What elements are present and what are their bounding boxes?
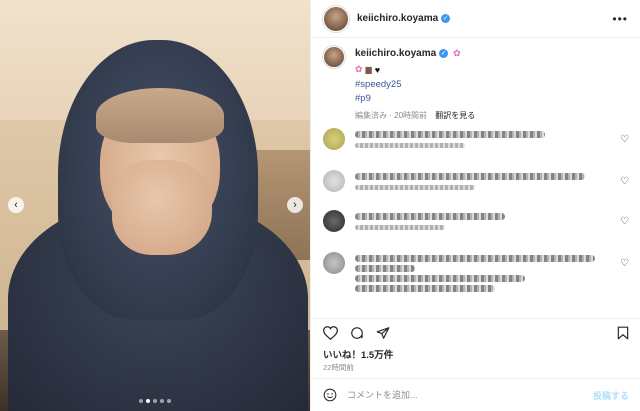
caption-meta: 編集済み · 20時間前 翻訳を見る <box>355 110 475 121</box>
comment-like-icon[interactable]: ♡ <box>620 216 629 227</box>
verified-badge-icon: ✓ <box>439 48 449 58</box>
comment-text-blurred <box>355 173 585 180</box>
likes-count[interactable]: いいね！1.5万件 <box>323 347 393 361</box>
smile-icon[interactable] <box>323 388 337 402</box>
share-icon[interactable] <box>376 326 390 340</box>
carousel-next-button[interactable]: › <box>287 197 303 213</box>
carousel-dot <box>167 399 171 403</box>
comment-text-blurred <box>355 213 505 220</box>
chevron-right-icon: › <box>293 199 297 211</box>
comment-item: ♡ <box>311 170 640 192</box>
caption-emoji-line: ✿ ▆ ♥ <box>355 64 475 75</box>
photo-hair <box>96 88 224 143</box>
comment-like-icon[interactable]: ♡ <box>620 258 629 269</box>
caption-username[interactable]: keiichiro.koyama <box>355 48 436 59</box>
comment-meta-blurred <box>355 225 445 230</box>
avatar[interactable] <box>323 5 349 32</box>
post-header: keiichiro.koyama ✓ ••• <box>311 0 640 38</box>
post-actions-bar <box>311 318 640 340</box>
caption-avatar[interactable] <box>323 46 345 68</box>
photo-hand <box>112 160 212 255</box>
black-heart-emoji-icon: ♥ <box>374 64 381 75</box>
hashtag-link[interactable]: #p9 <box>355 93 475 104</box>
post-caption: keiichiro.koyama ✓ ✿ ✿ ▆ ♥ #speedy25 #p9… <box>311 38 640 121</box>
bag-emoji-icon: ▆ <box>365 65 372 74</box>
comment-meta-blurred <box>355 185 475 190</box>
carousel-indicator <box>0 399 310 403</box>
post-photo[interactable]: ‹ › <box>0 0 310 411</box>
comment-avatar[interactable] <box>323 252 345 274</box>
comment-icon[interactable] <box>350 326 364 340</box>
comment-input[interactable] <box>347 390 593 400</box>
flower-emoji-icon: ✿ <box>453 47 461 58</box>
comment-text-blurred <box>355 275 525 282</box>
meta-separator: · <box>389 111 392 120</box>
comment-like-icon[interactable]: ♡ <box>620 134 629 145</box>
comment-text-blurred <box>355 131 545 138</box>
hashtag-link[interactable]: #speedy25 <box>355 79 475 90</box>
verified-badge-icon: ✓ <box>441 14 451 23</box>
carousel-prev-button[interactable]: ‹ <box>8 197 24 213</box>
flower-emoji-icon: ✿ <box>355 64 363 74</box>
comment-avatar[interactable] <box>323 210 345 232</box>
comment-text-blurred <box>355 265 415 272</box>
comment-item: ♡ <box>311 210 640 232</box>
chevron-left-icon: ‹ <box>14 199 18 211</box>
see-translation-link[interactable]: 翻訳を見る <box>435 111 475 120</box>
carousel-dot <box>139 399 143 403</box>
carousel-dot <box>153 399 157 403</box>
comment-avatar[interactable] <box>323 170 345 192</box>
heart-icon[interactable] <box>323 325 338 340</box>
more-options-icon[interactable]: ••• <box>612 12 628 26</box>
comment-like-icon[interactable]: ♡ <box>620 176 629 187</box>
edited-label: 編集済み <box>355 111 387 120</box>
post-side-panel: keiichiro.koyama ✓ ••• keiichiro.koyama … <box>310 0 640 411</box>
comment-composer: 投稿する <box>311 378 640 411</box>
post-comment-button[interactable]: 投稿する <box>593 389 629 402</box>
comment-text-blurred <box>355 255 595 262</box>
comment-avatar[interactable] <box>323 128 345 150</box>
carousel-dot <box>160 399 164 403</box>
carousel-dot-active <box>146 399 150 403</box>
comment-item: ♡ <box>311 128 640 150</box>
bookmark-icon[interactable] <box>617 326 629 340</box>
comment-text-blurred <box>355 285 495 292</box>
caption-age: 20時間前 <box>394 111 428 120</box>
comment-item: ♡ <box>311 252 640 292</box>
post-timestamp: 22時間前 <box>323 363 354 372</box>
post-username[interactable]: keiichiro.koyama <box>357 13 438 24</box>
comment-meta-blurred <box>355 143 465 148</box>
